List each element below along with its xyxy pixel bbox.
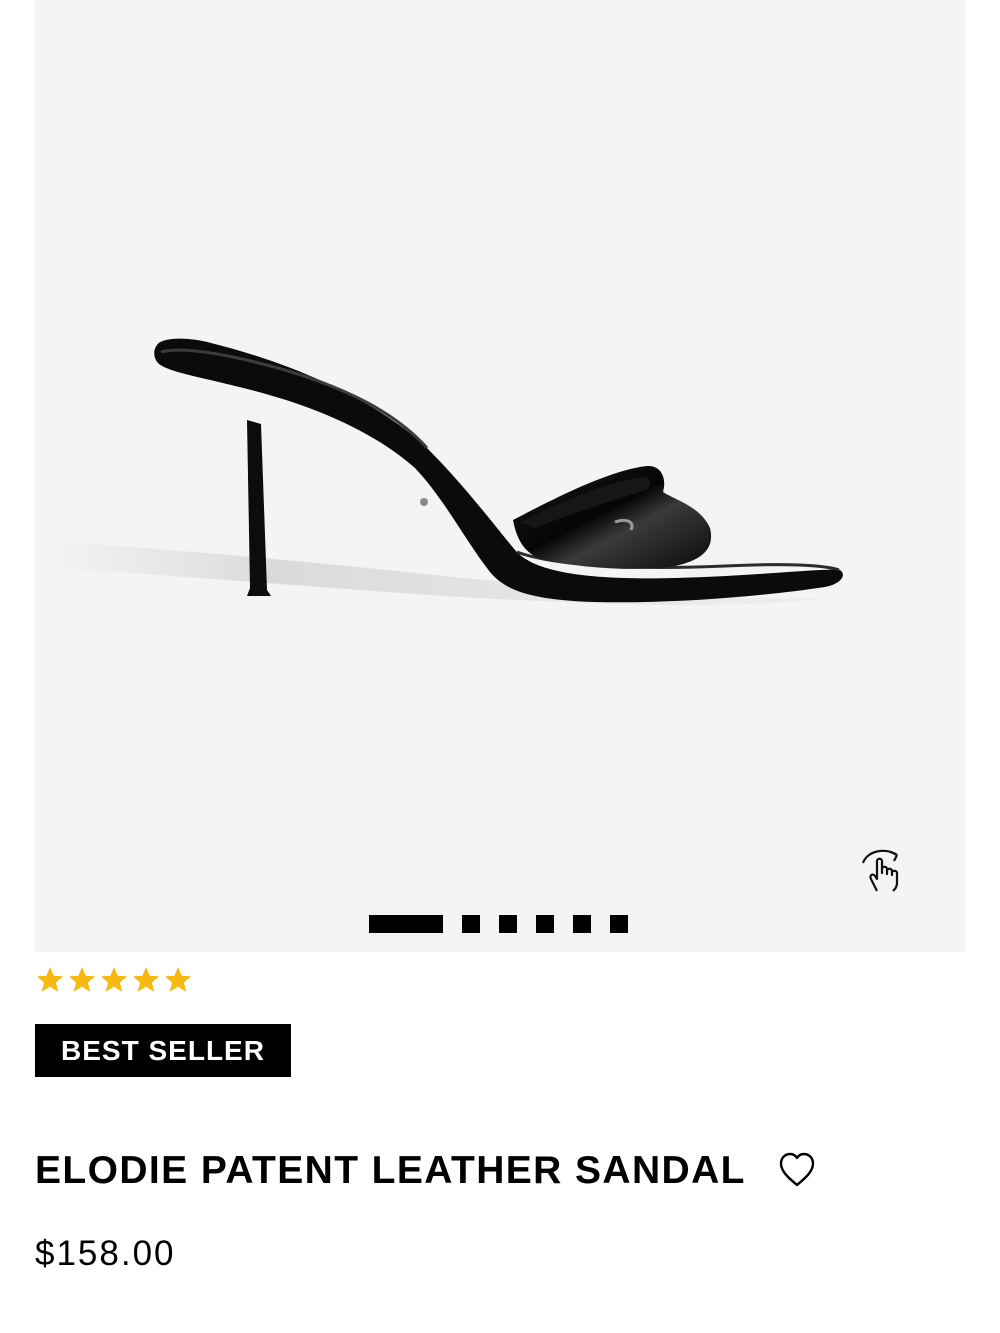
heart-outline-icon[interactable]	[776, 1149, 818, 1191]
star-icon	[132, 966, 160, 992]
360-rotate-hand-icon[interactable]	[855, 843, 909, 897]
product-price: $158.00	[35, 1234, 176, 1273]
gallery-dot-2[interactable]	[462, 915, 480, 933]
gallery-dot-4[interactable]	[536, 915, 554, 933]
product-image-sandal	[35, 338, 843, 605]
product-image-gallery[interactable]	[35, 0, 965, 952]
gallery-dot-3[interactable]	[499, 915, 517, 933]
product-title-row: ELODIE PATENT LEATHER SANDAL	[35, 1140, 935, 1200]
star-icon	[36, 966, 64, 992]
gallery-dot-5[interactable]	[573, 915, 591, 933]
star-icon	[164, 966, 192, 992]
star-icon	[68, 966, 96, 992]
gallery-dot-6[interactable]	[610, 915, 628, 933]
best-seller-badge: BEST SELLER	[35, 1024, 291, 1077]
gallery-pagination	[369, 915, 628, 933]
gallery-dot-1[interactable]	[369, 915, 443, 933]
star-rating[interactable]	[35, 965, 193, 995]
star-icon	[100, 966, 128, 992]
product-title: ELODIE PATENT LEATHER SANDAL	[35, 1148, 746, 1192]
